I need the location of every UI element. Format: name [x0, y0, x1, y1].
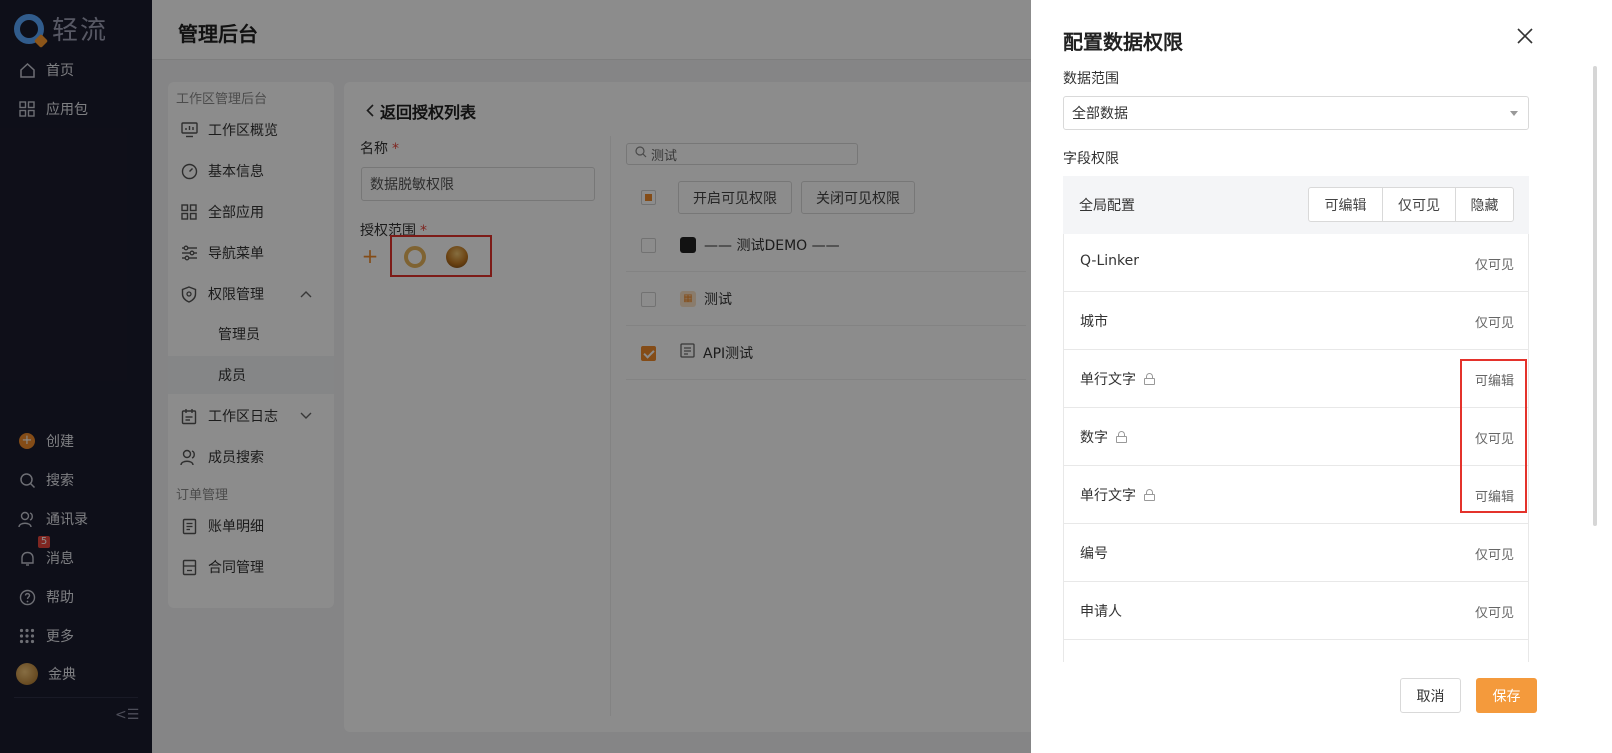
field-permission-label: 字段权限 [1063, 151, 1119, 167]
lock-icon [1144, 489, 1155, 501]
global-config-label: 全局配置 [1079, 198, 1135, 214]
field-name-text: 单行文字 [1080, 372, 1136, 388]
global-config-row: 全局配置 可编辑 仅可见 隐藏 [1063, 176, 1529, 234]
save-button[interactable]: 保存 [1476, 678, 1537, 713]
field-row[interactable]: Q-Linker 仅可见 [1064, 234, 1528, 292]
field-name: 编号 [1080, 543, 1108, 563]
field-permission-value[interactable]: 仅可见 [1475, 544, 1514, 563]
field-name-text: 城市 [1080, 314, 1108, 330]
field-row[interactable]: 编号 仅可见 [1064, 524, 1528, 582]
global-permission-segmented: 可编辑 仅可见 隐藏 [1308, 187, 1514, 222]
data-permission-drawer: 配置数据权限 数据范围 全部数据 字段权限 全局配置 可编辑 仅可见 隐藏 Q-… [1031, 0, 1612, 753]
field-name-text: Q-Linker [1080, 253, 1140, 269]
segment-hidden[interactable]: 隐藏 [1455, 188, 1513, 221]
highlight-box-permissions [1460, 359, 1527, 513]
lock-icon [1116, 431, 1127, 443]
modal-backdrop[interactable] [0, 0, 1031, 753]
segment-view-only[interactable]: 仅可见 [1382, 188, 1455, 221]
field-row[interactable]: 城市 仅可见 [1064, 292, 1528, 350]
data-scope-label: 数据范围 [1063, 71, 1119, 87]
field-name-text: 数字 [1080, 430, 1108, 446]
field-name: Q-Linker [1080, 253, 1139, 269]
field-name: 数字 [1080, 427, 1127, 447]
field-name: 单行文字 [1080, 485, 1155, 505]
field-name: 申请人 [1080, 601, 1122, 621]
cancel-button[interactable]: 取消 [1400, 678, 1461, 713]
field-name: 单行文字 [1080, 369, 1155, 389]
field-permission-value[interactable]: 仅可见 [1475, 602, 1514, 621]
close-icon[interactable] [1515, 26, 1535, 46]
data-scope-value: 全部数据 [1072, 106, 1128, 122]
field-name-text: 编号 [1080, 546, 1108, 562]
drawer-scrollbar[interactable] [1593, 66, 1597, 526]
caret-down-icon [1510, 111, 1518, 116]
field-permission-value[interactable]: 仅可见 [1475, 254, 1514, 273]
lock-icon [1144, 373, 1155, 385]
data-scope-select[interactable]: 全部数据 [1063, 96, 1529, 130]
field-row[interactable]: 申请人 仅可见 [1064, 582, 1528, 640]
field-name: 城市 [1080, 311, 1108, 331]
field-permission-value[interactable]: 仅可见 [1475, 312, 1514, 331]
drawer-title: 配置数据权限 [1063, 30, 1183, 54]
field-name-text: 单行文字 [1080, 488, 1136, 504]
segment-editable[interactable]: 可编辑 [1309, 188, 1382, 221]
field-name-text: 申请人 [1080, 604, 1122, 620]
